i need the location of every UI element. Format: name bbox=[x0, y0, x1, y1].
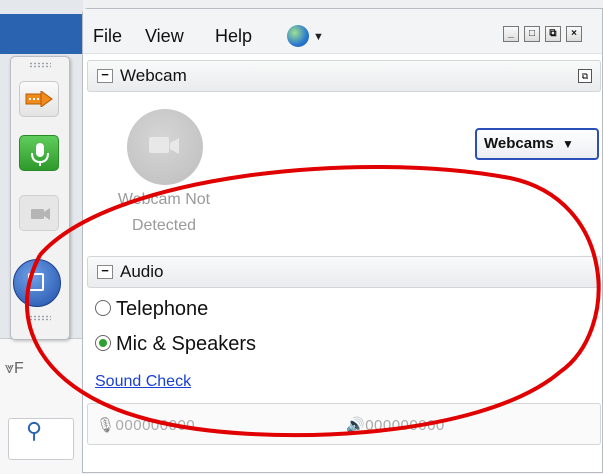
webcams-dropdown-label: Webcams bbox=[484, 135, 554, 152]
telephone-label: Telephone bbox=[116, 298, 209, 320]
minimize-button[interactable]: _ bbox=[503, 26, 519, 42]
speaker-level-value: 000000000 bbox=[365, 417, 445, 434]
webcam-popout-icon[interactable]: ⧉ bbox=[578, 69, 592, 83]
toolbar-grip-bottom[interactable] bbox=[29, 315, 51, 321]
share-screen-icon bbox=[28, 273, 44, 291]
webcam-placeholder bbox=[127, 109, 203, 185]
menu-help[interactable]: Help bbox=[215, 26, 252, 47]
arrow-button[interactable] bbox=[19, 81, 59, 117]
mic-level-value: 000000000 bbox=[115, 417, 196, 434]
background-filter-icon: ⩔F bbox=[5, 360, 24, 377]
globe-icon[interactable] bbox=[287, 25, 309, 47]
background-filter-label: F bbox=[14, 360, 24, 377]
webcam-collapse-button[interactable]: − bbox=[97, 68, 113, 83]
webcam-section-header[interactable]: − Webcam ⧉ bbox=[87, 60, 601, 92]
webcam-status: Webcam Not Detected bbox=[101, 187, 227, 239]
mic-speakers-label: Mic & Speakers bbox=[116, 333, 257, 355]
floating-toolbar bbox=[10, 56, 70, 340]
menu-file[interactable]: File bbox=[93, 26, 122, 47]
share-screen-button[interactable] bbox=[13, 259, 61, 307]
mic-level-meter: 🎙000000000 bbox=[96, 416, 195, 434]
background-app-header bbox=[0, 14, 83, 54]
speaker-icon: 🔊 bbox=[346, 417, 366, 434]
audio-collapse-button[interactable]: − bbox=[97, 264, 113, 279]
telephone-radio[interactable] bbox=[95, 300, 111, 316]
sound-check-link[interactable]: Sound Check bbox=[95, 373, 191, 391]
menu-bar: File View Help ▼ _ □ ⧉ × bbox=[83, 9, 602, 54]
menu-view[interactable]: View bbox=[145, 26, 184, 47]
popout-button[interactable]: ⧉ bbox=[545, 26, 561, 42]
audio-level-meters: 🎙000000000 🔊000000000 bbox=[87, 403, 601, 445]
webcams-dropdown[interactable]: Webcams ▼ bbox=[475, 128, 599, 160]
close-button[interactable]: × bbox=[566, 26, 582, 42]
video-camera-icon bbox=[149, 137, 179, 154]
camera-button[interactable] bbox=[19, 195, 59, 231]
mic-speakers-radio[interactable] bbox=[95, 335, 111, 351]
search-icon[interactable]: ⚲ bbox=[26, 418, 42, 444]
mic-speakers-option[interactable]: Mic & Speakers bbox=[95, 333, 256, 356]
microphone-icon bbox=[31, 143, 49, 166]
telephone-option[interactable]: Telephone bbox=[95, 298, 208, 321]
mic-button[interactable] bbox=[19, 135, 59, 171]
arrow-right-icon bbox=[25, 91, 53, 107]
toolbar-grip-top[interactable] bbox=[29, 62, 51, 68]
webcam-status-line1: Webcam Not bbox=[117, 191, 211, 208]
webcam-section-title: Webcam bbox=[120, 66, 187, 85]
speaker-level-meter: 🔊000000000 bbox=[346, 416, 445, 434]
video-camera-icon bbox=[31, 208, 50, 220]
control-panel: File View Help ▼ _ □ ⧉ × − Webcam ⧉ Webc… bbox=[82, 8, 603, 473]
globe-dropdown-caret[interactable]: ▼ bbox=[313, 31, 324, 43]
microphone-icon: 🎙 bbox=[96, 417, 116, 434]
audio-section-title: Audio bbox=[120, 262, 164, 281]
audio-section-header[interactable]: − Audio bbox=[87, 256, 601, 288]
maximize-button[interactable]: □ bbox=[524, 26, 540, 42]
chevron-down-icon: ▼ bbox=[561, 137, 574, 151]
webcam-status-line2: Detected bbox=[131, 217, 197, 234]
